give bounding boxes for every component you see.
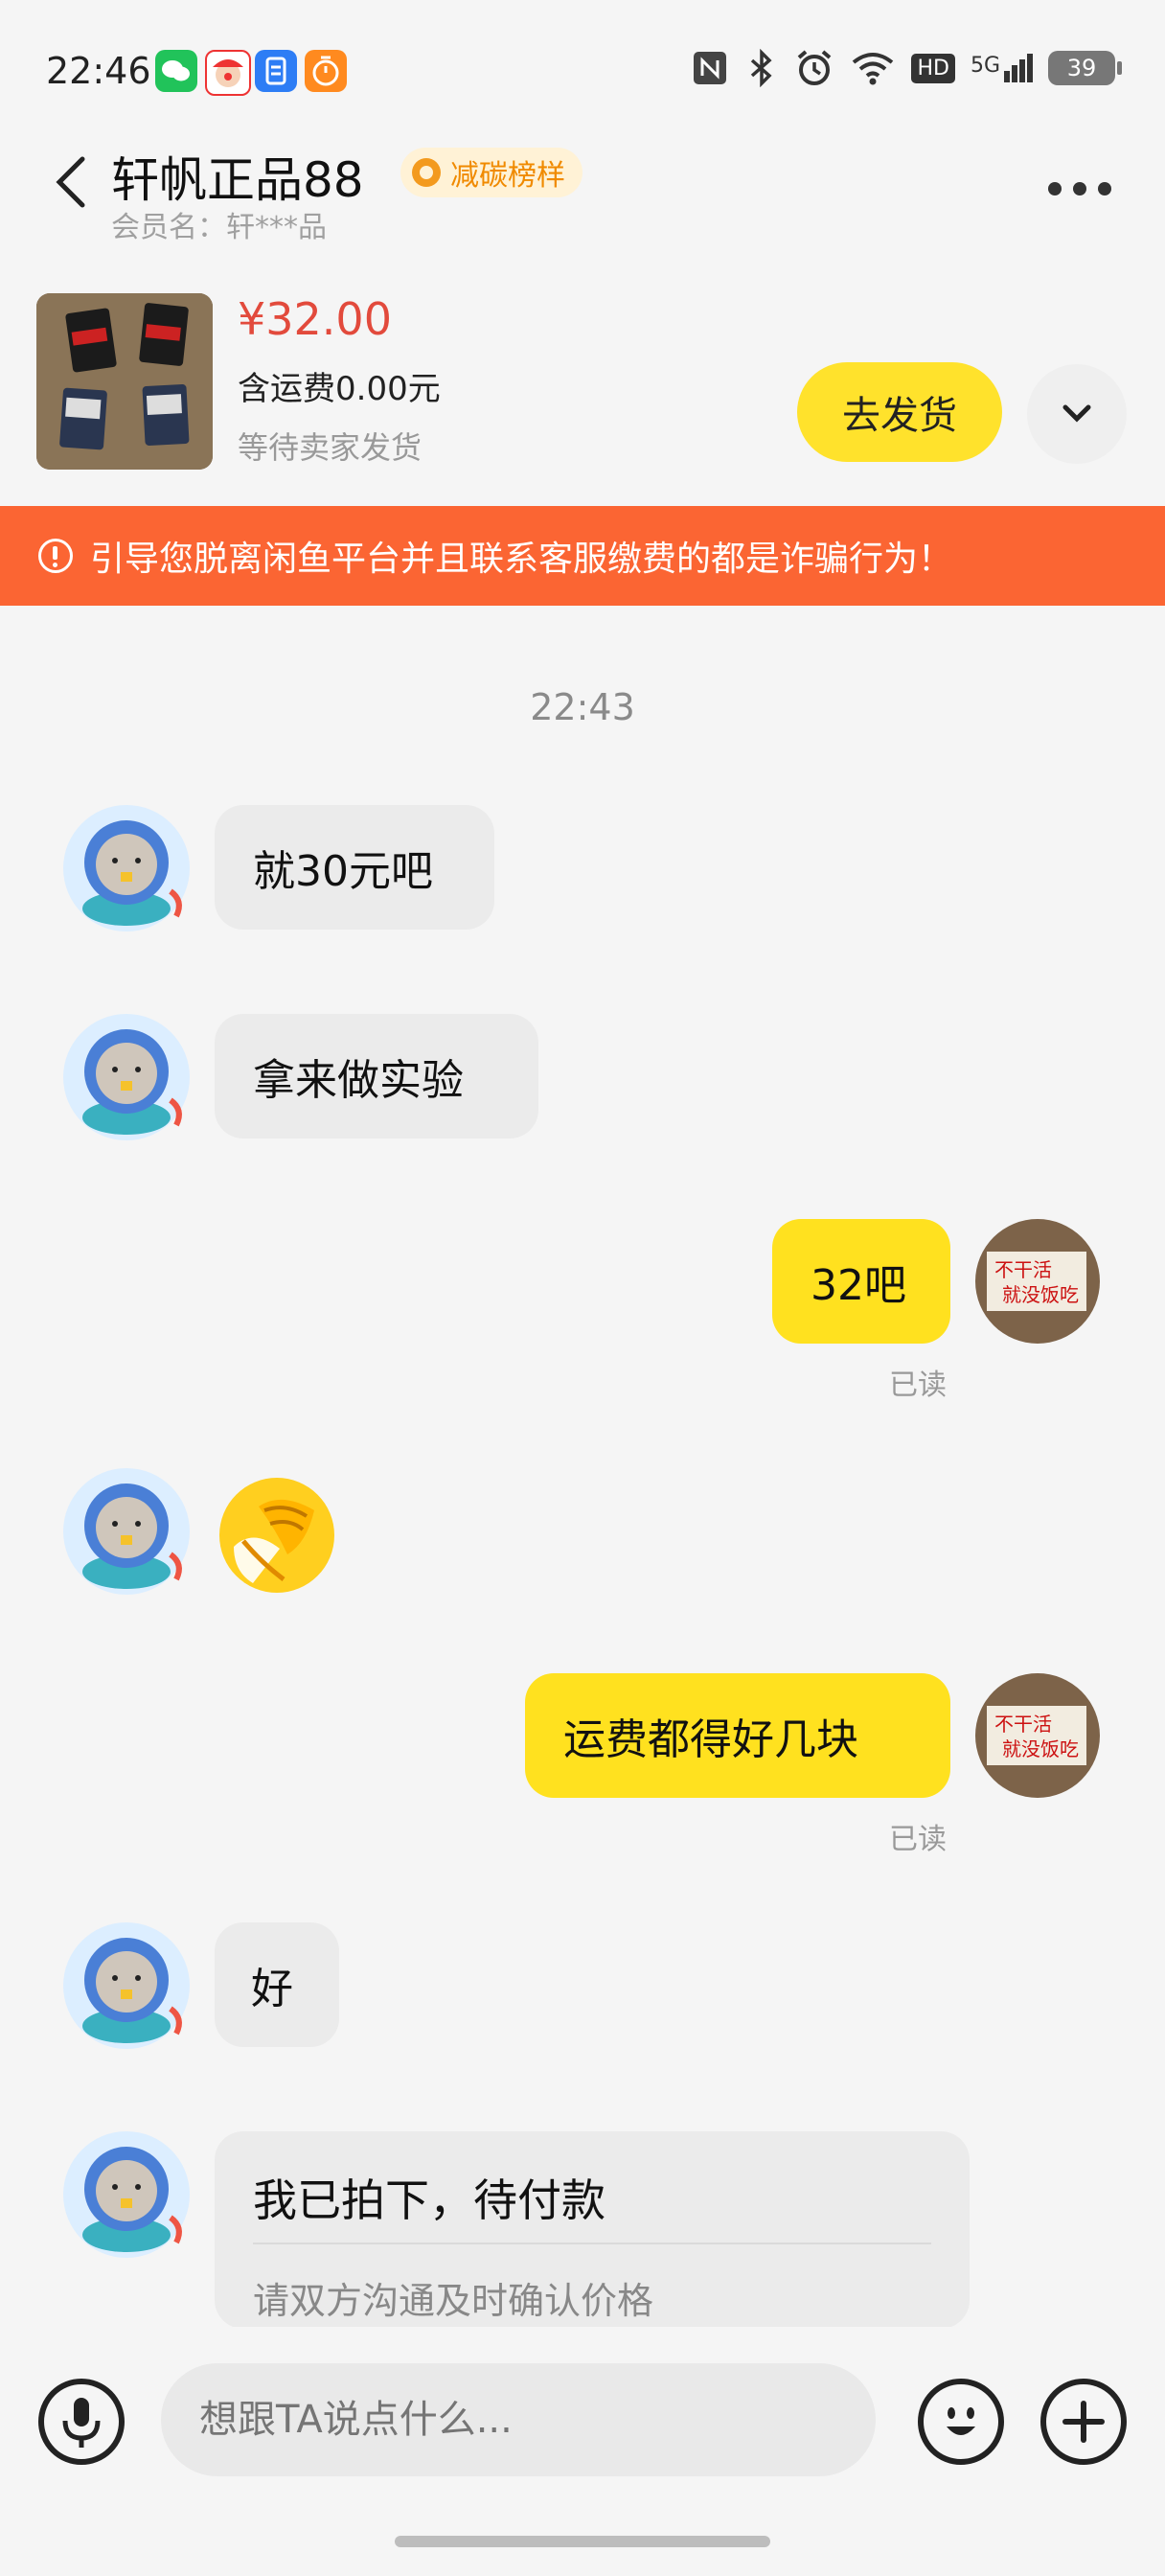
shipping-note: 含运费0.00元 [238,370,441,408]
network-label: 5G [970,54,1000,78]
carbon-badge[interactable]: 减碳榜样 [400,148,582,197]
product-price: ¥32.00 [238,293,392,345]
read-status: 已读 [889,1368,947,1402]
astronaut-cat-icon [63,1014,190,1140]
wifi-icon [853,53,894,85]
seller-avatar[interactable] [63,2131,190,2258]
badge-icon [412,158,441,187]
wechat-icon [155,50,197,92]
alert-icon [38,539,73,573]
chevron-left-icon [56,156,85,208]
message-bubble-self[interactable]: 32吧 [772,1219,950,1344]
more-dot [1098,182,1111,196]
astronaut-cat-icon [63,1922,190,2049]
seller-avatar[interactable] [63,805,190,932]
member-name: 会员名：轩***品 [111,211,327,244]
sign-photo-icon: 不干活 就没饭吃 [975,1673,1100,1798]
astronaut-cat-icon [63,1468,190,1595]
battery-level: 39 [1066,55,1097,81]
bluetooth-icon [751,49,773,87]
product-thumbnail[interactable] [36,293,213,470]
signal-icon: 5G [971,54,1033,82]
ship-button[interactable]: 去发货 [797,362,1002,462]
self-avatar-sign-line: 就没饭吃 [1002,1283,1079,1306]
smiley-icon [947,2407,975,2435]
hd-icon: HD [911,53,955,83]
message-bubble-self[interactable]: 运费都得好几块 [525,1673,950,1798]
status-icons: HD 5G 39 [691,48,1122,88]
order-card[interactable]: 我已拍下，待付款 请双方沟通及时确认价格 [215,2131,970,2329]
status-time: 22:46 [46,50,151,92]
nfc-icon [694,52,727,84]
fraud-warning-banner: 引导您脱离闲鱼平台并且联系客服缴费的都是诈骗行为！ [0,506,1165,606]
back-button[interactable] [52,153,90,211]
voice-button[interactable] [38,2379,125,2465]
seller-avatar[interactable] [63,1468,190,1595]
order-card-subtitle: 请双方沟通及时确认价格 [253,2280,654,2322]
self-avatar-sign-line: 就没饭吃 [1002,1737,1079,1760]
divider [253,2242,931,2244]
self-avatar[interactable]: 不干活 就没饭吃 [975,1673,1100,1798]
clown-app-icon [205,50,251,96]
seller-avatar[interactable] [63,1014,190,1140]
message-bubble[interactable]: 就30元吧 [215,805,494,930]
more-dot [1073,182,1086,196]
expand-button[interactable] [1027,364,1127,464]
seller-avatar[interactable] [63,1922,190,2049]
astronaut-cat-icon [63,805,190,932]
order-card-title: 我已拍下，待付款 [253,2174,605,2226]
badge-label: 减碳榜样 [450,159,565,193]
chevron-down-icon [1062,404,1091,423]
message-input[interactable] [161,2363,876,2476]
more-dot [1048,182,1062,196]
chat-timestamp: 22:43 [530,686,635,728]
self-avatar-sign-line: 不干活 [994,1258,1052,1281]
microphone-icon [62,2398,101,2448]
message-bubble[interactable]: 好 [215,1922,339,2047]
self-avatar-sign-line: 不干活 [994,1713,1052,1736]
astronaut-cat-icon [63,2131,190,2258]
alarm-icon [798,50,832,85]
timer-app-icon [305,50,347,92]
home-indicator[interactable] [395,2536,770,2547]
more-options-button[interactable] [1048,182,1115,197]
add-button[interactable] [1040,2379,1127,2465]
facepalm-emoji-icon[interactable] [215,1472,339,1597]
notes-app-icon [255,50,297,92]
plus-icon [1062,2401,1105,2443]
emoji-button[interactable] [918,2379,1004,2465]
sign-photo-icon: 不干活 就没饭吃 [975,1219,1100,1344]
warning-text: 引导您脱离闲鱼平台并且联系客服缴费的都是诈骗行为！ [90,540,953,579]
order-status: 等待卖家发货 [238,429,423,466]
read-status: 已读 [889,1823,947,1856]
battery-icon: 39 [1048,51,1122,85]
message-bubble[interactable]: 拿来做实验 [215,1014,538,1138]
shop-name[interactable]: 轩帆正品88 [111,142,364,211]
self-avatar[interactable]: 不干活 就没饭吃 [975,1219,1100,1344]
